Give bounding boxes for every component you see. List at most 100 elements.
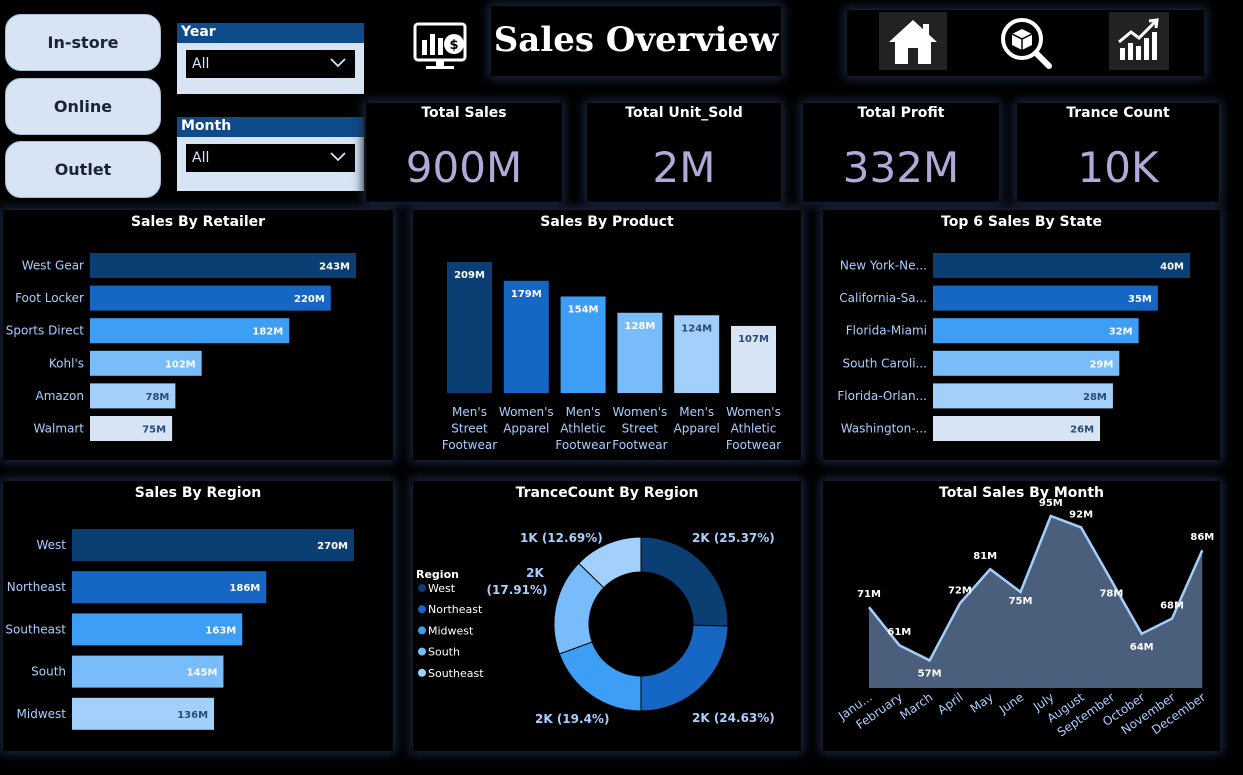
search-package-icon[interactable] [995, 12, 1057, 70]
donut-slice [640, 536, 729, 627]
category-label: Foot Locker [15, 291, 84, 305]
category-label: Washington-... [841, 422, 927, 436]
tick-label: May [968, 690, 996, 716]
bar [933, 285, 1158, 311]
donut-svg: 2K (25.37%) 2K (24.63%) 2K (19.4%) 2K (17.91… [416, 531, 775, 726]
category-label: Kohl's [49, 356, 84, 370]
data-label: 64M [1130, 642, 1154, 653]
category-label: Women's [499, 405, 554, 419]
region-bar-svg: West 270M Northeast 186M Southeast 163M South 1… [5, 529, 354, 730]
in-store-button[interactable]: In-store [5, 14, 161, 71]
legend-label: South [428, 646, 460, 659]
month-dropdown[interactable]: All [186, 144, 355, 172]
data-label: 75M [142, 425, 166, 436]
category-label: West Gear [22, 259, 84, 273]
legend-label: Midwest [428, 624, 474, 637]
kpi-trance-count: Trance Count 10K [1017, 103, 1219, 202]
bar [72, 529, 354, 561]
category-label: Men's [452, 405, 487, 419]
data-label: 68M [1160, 601, 1184, 612]
data-label: 163M [205, 625, 236, 636]
header-title-panel: Sales Overview [491, 6, 781, 76]
data-label: 136M [177, 710, 208, 721]
category-label: Athletic [560, 422, 606, 436]
month-filter-label: Month [177, 117, 364, 137]
data-label: 186M [229, 583, 260, 594]
data-label: 40M [1160, 262, 1184, 273]
year-dropdown[interactable]: All [186, 50, 355, 78]
category-label: New York-Ne... [840, 259, 927, 273]
month-area-svg: 71MJanu...61MFebruary57MMarch72MApril81M… [835, 498, 1214, 740]
home-icon[interactable] [879, 12, 947, 70]
category-label: West [36, 538, 66, 552]
data-label: 270M [317, 541, 348, 552]
category-label: Men's [679, 405, 714, 419]
category-label: Florida-Miami [846, 324, 927, 338]
data-label: 57M [918, 668, 942, 679]
data-label: 124M [681, 323, 712, 334]
year-filter-label: Year [177, 23, 364, 43]
data-label: 29M [1089, 359, 1113, 370]
category-label: Amazon [36, 389, 85, 403]
trancecount-by-region-chart: TranceCount By Region 2K (25.37%) 2K (24.… [413, 481, 801, 751]
data-label: 2K (24.63%) [692, 711, 775, 725]
data-label: 28M [1083, 392, 1107, 403]
data-label: 2K (19.4%) [535, 712, 609, 726]
growth-chart-icon[interactable] [1109, 12, 1169, 70]
chevron-down-icon [330, 152, 346, 162]
data-label: (17.91%) [487, 583, 548, 597]
data-label: 128M [624, 321, 655, 332]
category-label: Apparel [674, 422, 720, 436]
data-label: 145M [187, 668, 218, 679]
tick-label: April [935, 690, 966, 717]
data-label: 71M [857, 589, 881, 600]
sales-by-product-chart: Sales By Product 209M Men's Street Footwear… [413, 210, 801, 460]
tick-label: March [897, 690, 935, 722]
category-label: Men's [566, 405, 601, 419]
online-button[interactable]: Online [5, 78, 161, 135]
kpi-value: 900M [405, 143, 523, 192]
chevron-down-icon [330, 58, 346, 68]
category-label: Northeast [7, 580, 67, 594]
outlet-button[interactable]: Outlet [5, 141, 161, 198]
data-label: 2K (25.37%) [692, 531, 775, 545]
data-label: 78M [146, 392, 170, 403]
svg-text:$: $ [449, 38, 458, 53]
data-label: 86M [1190, 532, 1214, 543]
data-label: 1K (12.69%) [520, 531, 603, 545]
donut-slice [640, 624, 729, 712]
area-fill [869, 516, 1203, 688]
year-filter: Year All [177, 23, 364, 94]
category-label: Midwest [17, 707, 67, 721]
kpi-value: 332M [842, 143, 960, 192]
kpi-value: 10K [1077, 143, 1159, 192]
data-label: 182M [252, 327, 283, 338]
bar [90, 253, 356, 278]
retailer-bar-svg: West Gear 243M Foot Locker 220M Sports Direc… [6, 253, 356, 441]
year-dropdown-value: All [192, 56, 210, 72]
category-label: South [31, 665, 66, 679]
legend-marker [418, 605, 426, 614]
data-label: 61M [887, 627, 911, 638]
data-label: 95M [1039, 498, 1063, 509]
legend-marker [418, 584, 426, 592]
kpi-label: Total Profit [857, 105, 945, 121]
category-label: Footwear [612, 438, 667, 452]
data-label: 78M [1099, 589, 1123, 600]
kpi-label: Trance Count [1066, 105, 1170, 121]
sales-monitor-icon: $ [402, 10, 480, 76]
top-sales-by-state-chart: Top 6 Sales By State New York-Ne... 40M Ca… [823, 210, 1220, 460]
category-label: Footwear [726, 438, 781, 452]
legend-label: Southeast [428, 667, 484, 680]
category-label: Sports Direct [6, 324, 85, 338]
month-filter: Month All [177, 117, 364, 191]
kpi-total-unit-sold: Total Unit_Sold 2M [587, 103, 781, 202]
category-label: Street [622, 422, 659, 436]
legend-marker [418, 668, 426, 677]
data-label: 209M [454, 270, 485, 281]
total-sales-by-month-chart: Total Sales By Month 71M Janu... 61M Februa… [823, 481, 1220, 751]
data-label: 35M [1128, 294, 1152, 305]
data-label: 26M [1070, 425, 1094, 436]
data-label: 102M [165, 359, 196, 370]
data-label: 75M [1009, 596, 1033, 607]
